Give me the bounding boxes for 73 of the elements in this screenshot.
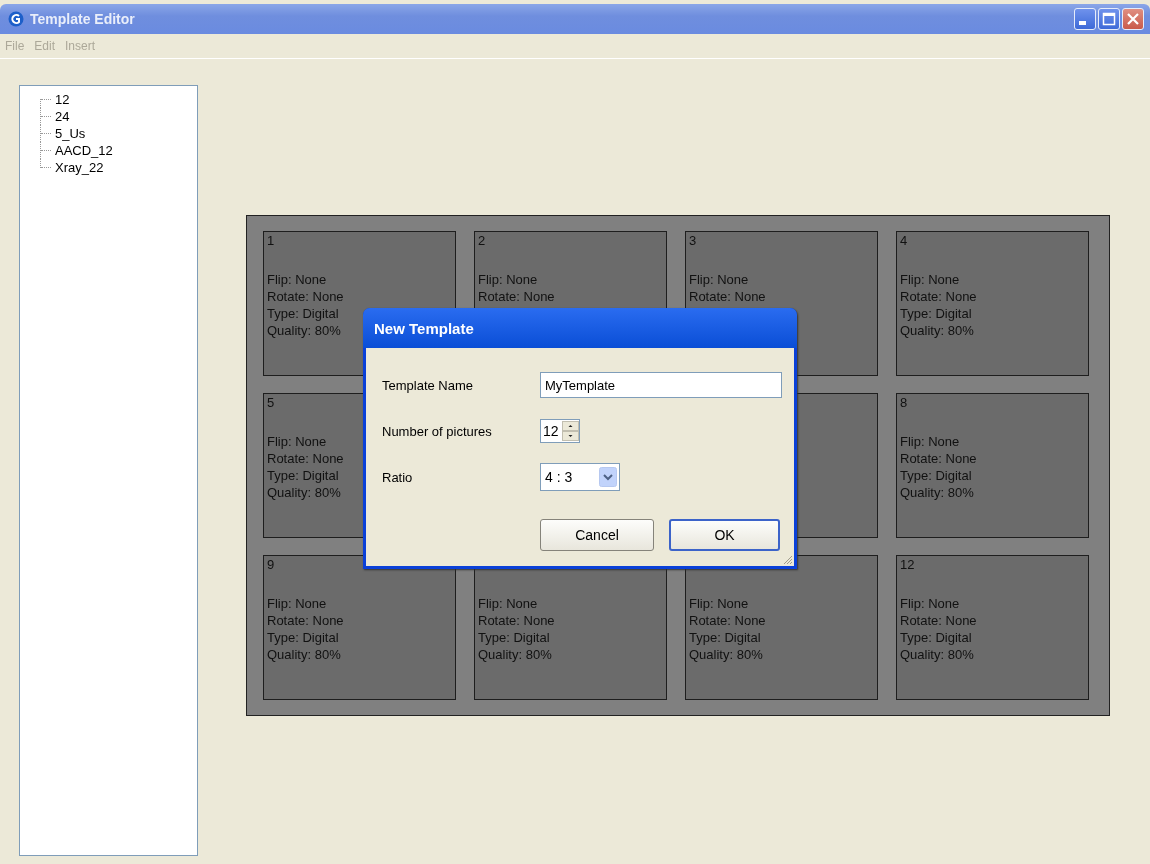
slot-number: 3 (689, 232, 697, 249)
slot-property: Flip: None (267, 433, 327, 450)
slot-property: Type: Digital (900, 629, 972, 646)
text-field[interactable]: MyTemplate (540, 372, 782, 398)
picture-slot[interactable]: Flip: None Rotate: None Type: Digital Quality: 80% (685, 555, 878, 700)
slot-property: Rotate: None (478, 612, 555, 629)
slot-property: Flip: None (478, 595, 538, 612)
slot-property: Quality: 80% (689, 646, 763, 663)
picture-slot[interactable]: 12 Flip: None Rotate: None Type: Digital Quality: 80% (896, 555, 1089, 700)
slot-property: Rotate: None (900, 288, 977, 305)
slot-number: 5 (267, 394, 275, 411)
close-button[interactable] (1122, 8, 1144, 30)
slot-number: 2 (478, 232, 486, 249)
chevron-down-icon[interactable] (599, 467, 617, 487)
slot-property: Quality: 80% (900, 322, 974, 339)
slot-property: Rotate: None (267, 612, 344, 629)
picture-slot[interactable]: 8 Flip: None Rotate: None Type: Digital Quality: 80% (896, 393, 1089, 538)
slot-property: Quality: 80% (267, 322, 341, 339)
tree-item[interactable]: 12 (55, 92, 70, 107)
slot-property: Flip: None (267, 595, 327, 612)
slot-property: Rotate: None (478, 288, 555, 305)
picture-slot[interactable]: 9 Flip: None Rotate: None Type: Digital Quality: 80% (263, 555, 456, 700)
maximize-button[interactable] (1098, 8, 1120, 30)
slot-number: 1 (267, 232, 275, 249)
slot-property: Rotate: None (900, 450, 977, 467)
slot-number: 12 (900, 556, 915, 573)
slot-property: Flip: None (689, 271, 749, 288)
slot-property: Flip: None (689, 595, 749, 612)
field-label: Ratio (382, 469, 414, 485)
slot-property: Rotate: None (689, 288, 766, 305)
tree-item[interactable]: Xray_22 (55, 160, 104, 175)
dialog-button[interactable]: Cancel (540, 519, 654, 551)
window-title: Template Editor (30, 11, 136, 27)
dialog-title: New Template (363, 308, 797, 348)
slot-property: Quality: 80% (900, 484, 974, 501)
slot-property: Flip: None (478, 271, 538, 288)
resize-grip-icon[interactable] (781, 553, 793, 565)
tree-item[interactable]: AACD_12 (55, 143, 113, 158)
slot-property: Rotate: None (267, 450, 344, 467)
slot-property: Flip: None (900, 595, 960, 612)
slot-property: Flip: None (900, 271, 960, 288)
slot-property: Type: Digital (267, 467, 339, 484)
tree-item[interactable]: 5_Us (55, 126, 86, 141)
slot-property: Type: Digital (478, 629, 550, 646)
maximize-icon (1102, 12, 1116, 26)
slot-number: 8 (900, 394, 908, 411)
picture-slot[interactable]: 4 Flip: None Rotate: None Type: Digital Quality: 80% (896, 231, 1089, 376)
slot-property: Quality: 80% (267, 646, 341, 663)
slot-property: Type: Digital (689, 629, 761, 646)
slot-property: Flip: None (267, 271, 327, 288)
slot-property: Type: Digital (267, 305, 339, 322)
slot-property: Quality: 80% (267, 484, 341, 501)
app-icon (8, 11, 24, 27)
number-spinner[interactable]: 12 (540, 419, 580, 443)
close-icon (1126, 12, 1140, 26)
dialog-button[interactable]: OK (669, 519, 780, 551)
field-label: Template Name (382, 377, 475, 393)
slot-property: Flip: None (900, 433, 960, 450)
slot-property: Quality: 80% (900, 646, 974, 663)
ratio-dropdown[interactable]: 4 : 3 (540, 463, 620, 491)
slot-number: 9 (267, 556, 275, 573)
slot-property: Type: Digital (900, 305, 972, 322)
spinner-arrows-icon[interactable] (562, 421, 579, 441)
minimize-icon (1078, 21, 1086, 25)
slot-property: Rotate: None (900, 612, 977, 629)
minimize-button[interactable] (1074, 8, 1096, 30)
slot-number: 4 (900, 232, 908, 249)
tree-item[interactable]: 24 (55, 109, 70, 124)
slot-property: Type: Digital (267, 629, 339, 646)
slot-property: Type: Digital (900, 467, 972, 484)
slot-property: Rotate: None (267, 288, 344, 305)
slot-property: Quality: 80% (478, 646, 552, 663)
slot-property: Rotate: None (689, 612, 766, 629)
